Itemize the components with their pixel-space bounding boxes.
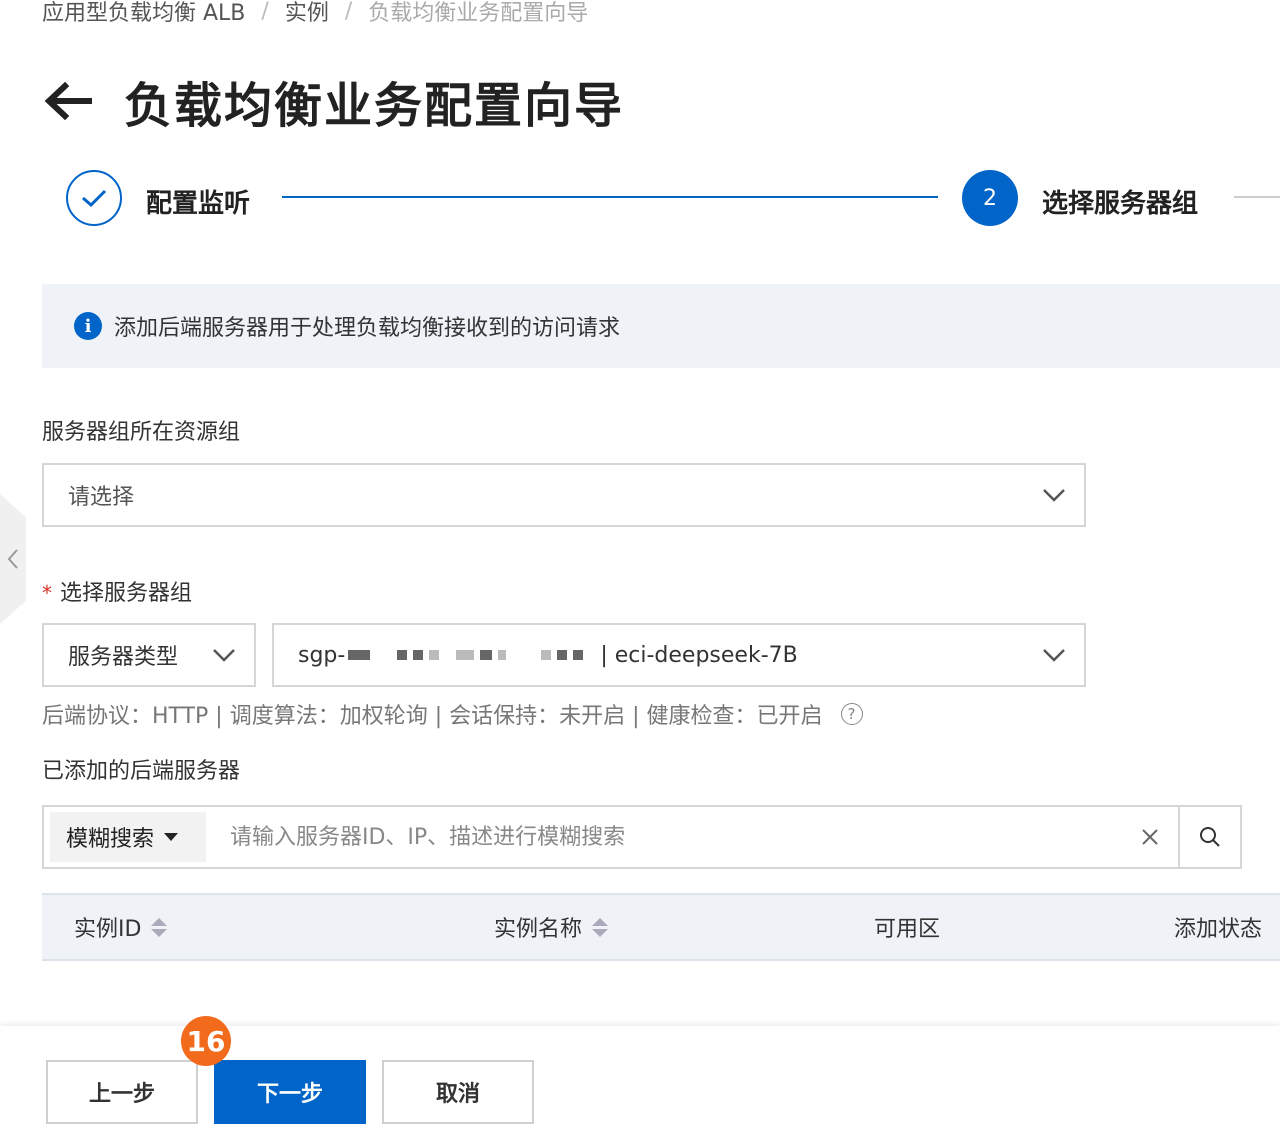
server-group-name: | eci-deepseek-7B [600,642,798,668]
breadcrumb-instances[interactable]: 实例 [285,0,329,27]
required-mark: * [42,581,52,605]
sort-icon[interactable] [592,917,609,937]
page-header: 负载均衡业务配置向导 [42,60,624,142]
table-header: 实例ID 实例名称 可用区 添加状态 [42,893,1280,961]
column-zone: 可用区 [874,895,940,959]
back-arrow-icon[interactable] [42,75,94,127]
column-instance-id[interactable]: 实例ID [74,895,168,959]
sidebar-collapse-toggle[interactable] [0,494,26,624]
chevron-down-icon [1043,489,1065,502]
clear-icon[interactable] [1122,807,1178,867]
server-group-label-text: 选择服务器组 [60,581,193,606]
cancel-button[interactable]: 取消 [382,1060,534,1124]
column-add-status: 添加状态 [1174,895,1262,959]
next-step-button[interactable]: 下一步 [214,1060,366,1124]
column-instance-name[interactable]: 实例名称 [494,895,609,959]
wizard-steps: 配置监听 2 选择服务器组 [66,170,1280,228]
search-icon [1200,827,1220,847]
server-type-select[interactable]: 服务器类型 [42,623,256,687]
search-type-label: 模糊搜索 [66,827,155,852]
server-group-details-text: 后端协议：HTTP | 调度算法：加权轮询 | 会话保持：未开启 | 健康检查：… [42,704,823,729]
breadcrumb-alb[interactable]: 应用型负载均衡 ALB [42,0,245,27]
info-text: 添加后端服务器用于处理负载均衡接收到的访问请求 [114,316,621,341]
step1-check-icon [66,170,122,226]
wizard-footer: 上一步 下一步 取消 16 [0,1016,1280,1140]
caret-down-icon [164,833,179,841]
help-icon[interactable]: ? [840,703,863,725]
server-group-details: 后端协议：HTTP | 调度算法：加权轮询 | 会话保持：未开启 | 健康检查：… [42,696,863,732]
step2-number: 2 [962,170,1018,226]
resource-group-label: 服务器组所在资源组 [42,420,241,445]
step1-label: 配置监听 [146,189,251,219]
info-icon: i [74,312,102,340]
chevron-down-icon [1043,649,1065,662]
column-label: 可用区 [874,917,941,942]
sort-icon[interactable] [151,917,168,937]
server-group-label: * 选择服务器组 [42,575,192,607]
step2-label: 选择服务器组 [1042,189,1199,219]
search-button[interactable] [1178,807,1240,867]
prev-step-button[interactable]: 上一步 [46,1060,198,1124]
breadcrumb-separator: / [261,0,269,24]
chevron-down-icon [213,649,235,662]
breadcrumb-current: 负载均衡业务配置向导 [368,1,589,26]
column-label: 添加状态 [1174,917,1263,942]
step-connector [1234,196,1280,198]
breadcrumb: 应用型负载均衡 ALB / 实例 / 负载均衡业务配置向导 [42,0,588,28]
column-label: 实例ID [74,917,142,942]
added-servers-label: 已添加的后端服务器 [42,759,241,784]
redacted-id [345,650,586,660]
search-type-dropdown[interactable]: 模糊搜索 [50,812,206,862]
step-annotation-badge: 16 [181,1016,231,1066]
server-type-value: 服务器类型 [68,645,179,670]
info-alert: i 添加后端服务器用于处理负载均衡接收到的访问请求 [42,284,1280,368]
column-label: 实例名称 [494,917,583,942]
server-search-bar: 模糊搜索 [42,805,1242,869]
page-title: 负载均衡业务配置向导 [124,78,625,134]
breadcrumb-separator: / [344,0,353,24]
chevron-left-icon [7,549,18,569]
server-group-select[interactable]: sgp- | eci-deepseek-7B [272,623,1086,687]
resource-group-placeholder: 请选择 [68,485,135,510]
server-group-id-prefix: sgp- [298,642,346,668]
step-connector [282,196,938,198]
search-input[interactable] [206,812,1122,862]
resource-group-select[interactable]: 请选择 [42,463,1086,527]
